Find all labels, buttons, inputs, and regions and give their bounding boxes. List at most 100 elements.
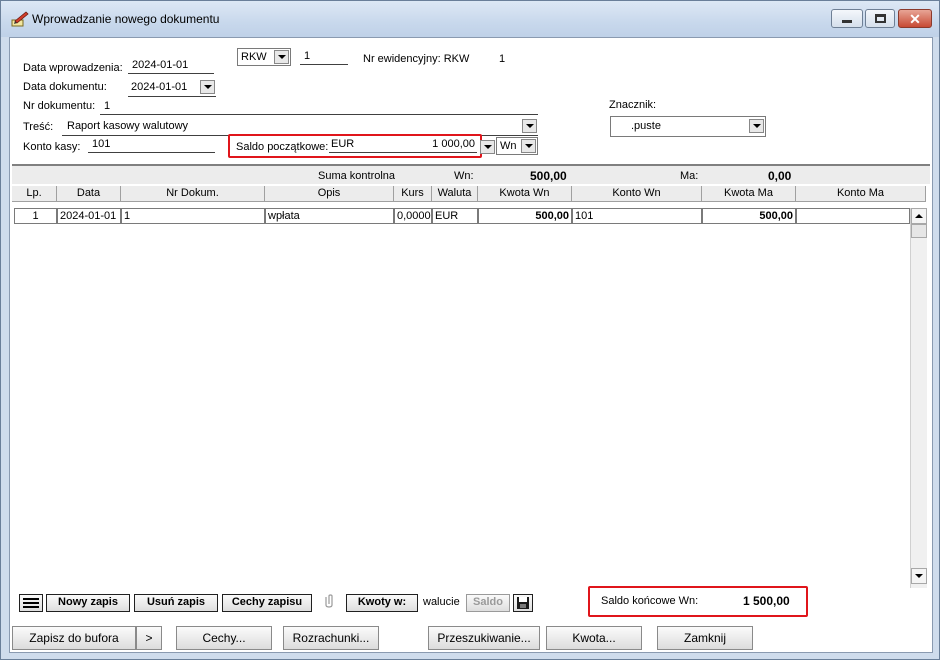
data-wprowadzenia-field[interactable]: 2024-01-01 (128, 58, 214, 74)
title-bar: Wprowadzanie nowego dokumentu ✕ (1, 1, 939, 37)
saldo-currency-dropdown-button[interactable] (480, 140, 495, 154)
przeszukiwanie-button[interactable]: Przeszukiwanie... (428, 626, 540, 650)
cechy-zapisu-button[interactable]: Cechy zapisu (222, 594, 312, 612)
tresc-dropdown-button[interactable] (522, 119, 537, 133)
minimize-button[interactable] (831, 9, 863, 28)
col-header-kwota-ma[interactable]: Kwota Ma (702, 186, 796, 202)
ma-sum-value: 0,00 (768, 169, 792, 183)
znacznik-label: Znacznik: (609, 99, 657, 111)
col-header-kurs[interactable]: Kurs (394, 186, 432, 202)
cechy-button[interactable]: Cechy... (176, 626, 272, 650)
maximize-icon (874, 14, 886, 23)
save-button[interactable] (513, 594, 533, 612)
scroll-thumb[interactable] (911, 224, 927, 238)
znacznik-combo[interactable]: .puste (610, 116, 766, 137)
walucie-label: walucie (423, 596, 460, 608)
col-header-waluta[interactable]: Waluta (432, 186, 478, 202)
more-options-button[interactable]: > (136, 626, 162, 650)
paperclip-icon (325, 594, 333, 608)
konto-kasy-field[interactable]: 101 (88, 137, 215, 153)
saldo-poczatkowe-field[interactable]: EUR 1 000,00 (329, 137, 477, 153)
cell-kurs[interactable]: 0,0000 (394, 208, 432, 224)
list-menu-button[interactable] (19, 594, 43, 612)
cell-konto-wn[interactable]: 101 (572, 208, 702, 224)
zapisz-do-bufora-button[interactable]: Zapisz do bufora (12, 626, 136, 650)
maximize-button[interactable] (865, 9, 895, 28)
arrow-down-icon (915, 574, 923, 578)
cell-waluta[interactable]: EUR (432, 208, 478, 224)
saldo-side-value: Wn (500, 140, 517, 152)
date-dropdown-button[interactable] (200, 80, 215, 94)
floppy-disk-icon (517, 597, 529, 609)
nowy-zapis-button[interactable]: Nowy zapis (46, 594, 130, 612)
kwoty-w-button[interactable]: Kwoty w: (346, 594, 418, 612)
data-dokumentu-value: 2024-01-01 (131, 81, 188, 93)
saldo-koncowe-label: Saldo końcowe Wn: (601, 595, 699, 607)
summary-row: Suma kontrolna Wn: 500,00 Ma: 0,00 (12, 166, 930, 184)
col-header-nr-dokum[interactable]: Nr Dokum. (121, 186, 265, 202)
saldo-side-combo[interactable]: Wn (496, 137, 538, 155)
attachment-button[interactable] (316, 594, 342, 612)
nr-ewidencyjny-label: Nr ewidencyjny: RKW (363, 53, 470, 65)
cell-kwota-wn[interactable]: 500,00 (478, 208, 572, 224)
saldo-button[interactable]: Saldo (466, 594, 510, 612)
konto-kasy-label: Konto kasy: (23, 141, 81, 153)
cell-nr-dokum[interactable]: 1 (121, 208, 265, 224)
chevron-down-icon (277, 55, 286, 59)
suma-kontrolna-label: Suma kontrolna (318, 170, 396, 182)
nr-dokumentu-value: 1 (104, 100, 111, 112)
cell-data[interactable]: 2024-01-01 (57, 208, 121, 224)
saldo-side-dropdown-button[interactable] (521, 139, 536, 153)
zamknij-button[interactable]: Zamknij (657, 626, 753, 650)
window-title: Wprowadzanie nowego dokumentu (32, 12, 220, 26)
znacznik-dropdown-button[interactable] (749, 119, 764, 133)
cell-kwota-ma[interactable]: 500,00 (702, 208, 796, 224)
saldo-poczatkowe-value: 1 000,00 (432, 138, 475, 150)
saldo-poczatkowe-label: Saldo początkowe: (236, 141, 329, 153)
col-header-konto-wn[interactable]: Konto Wn (572, 186, 702, 202)
scroll-up-button[interactable] (911, 208, 927, 224)
kwota-button[interactable]: Kwota... (546, 626, 642, 650)
cell-konto-ma[interactable] (796, 208, 910, 224)
cell-opis[interactable]: wpłata (265, 208, 394, 224)
saldo-currency: EUR (331, 138, 355, 150)
saldo-koncowe-value: 1 500,00 (743, 594, 790, 608)
window: Wprowadzanie nowego dokumentu ✕ Data wpr… (0, 0, 940, 660)
col-header-konto-ma[interactable]: Konto Ma (796, 186, 926, 202)
cell-lp[interactable]: 1 (14, 208, 57, 224)
data-dokumentu-field[interactable]: 2024-01-01 (128, 79, 216, 97)
znacznik-value: .puste (631, 120, 661, 132)
list-menu-icon (23, 598, 39, 608)
data-wprowadzenia-label: Data wprowadzenia: (23, 62, 123, 74)
doc-type-combo[interactable]: RKW (237, 48, 291, 66)
tresc-label: Treść: (23, 121, 54, 133)
chevron-down-icon (752, 124, 761, 128)
data-dokumentu-label: Data dokumentu: (23, 81, 107, 93)
pen-paper-icon (11, 11, 29, 27)
scroll-down-button[interactable] (911, 568, 927, 584)
doc-type-dropdown-button[interactable] (274, 50, 289, 64)
col-header-kwota-wn[interactable]: Kwota Wn (478, 186, 572, 202)
wn-sum-value: 500,00 (530, 169, 567, 183)
wn-sum-label: Wn: (454, 170, 474, 182)
chevron-down-icon (203, 85, 212, 89)
chevron-down-icon (524, 144, 533, 148)
col-header-data[interactable]: Data (57, 186, 121, 202)
chevron-down-icon (525, 124, 534, 128)
chevron-down-icon (483, 145, 492, 149)
nr-ewidencyjny-value: 1 (499, 53, 506, 65)
doc-number-field[interactable]: 1 (300, 49, 348, 65)
col-header-lp[interactable]: Lp. (12, 186, 57, 202)
nr-dokumentu-underline (100, 114, 538, 115)
rozrachunki-button[interactable]: Rozrachunki... (283, 626, 379, 650)
col-header-opis[interactable]: Opis (265, 186, 394, 202)
close-button[interactable]: ✕ (898, 9, 932, 28)
doc-type-value: RKW (241, 51, 267, 63)
document-form: Data wprowadzenia: 2024-01-01 Data dokum… (9, 37, 933, 653)
ma-sum-label: Ma: (680, 170, 699, 182)
tresc-value: Raport kasowy walutowy (67, 120, 189, 132)
entries-table: Suma kontrolna Wn: 500,00 Ma: 0,00 Lp. D… (12, 164, 930, 588)
table-scrollbar[interactable] (910, 208, 927, 588)
usun-zapis-button[interactable]: Usuń zapis (134, 594, 218, 612)
nr-dokumentu-label: Nr dokumentu: (23, 100, 96, 112)
